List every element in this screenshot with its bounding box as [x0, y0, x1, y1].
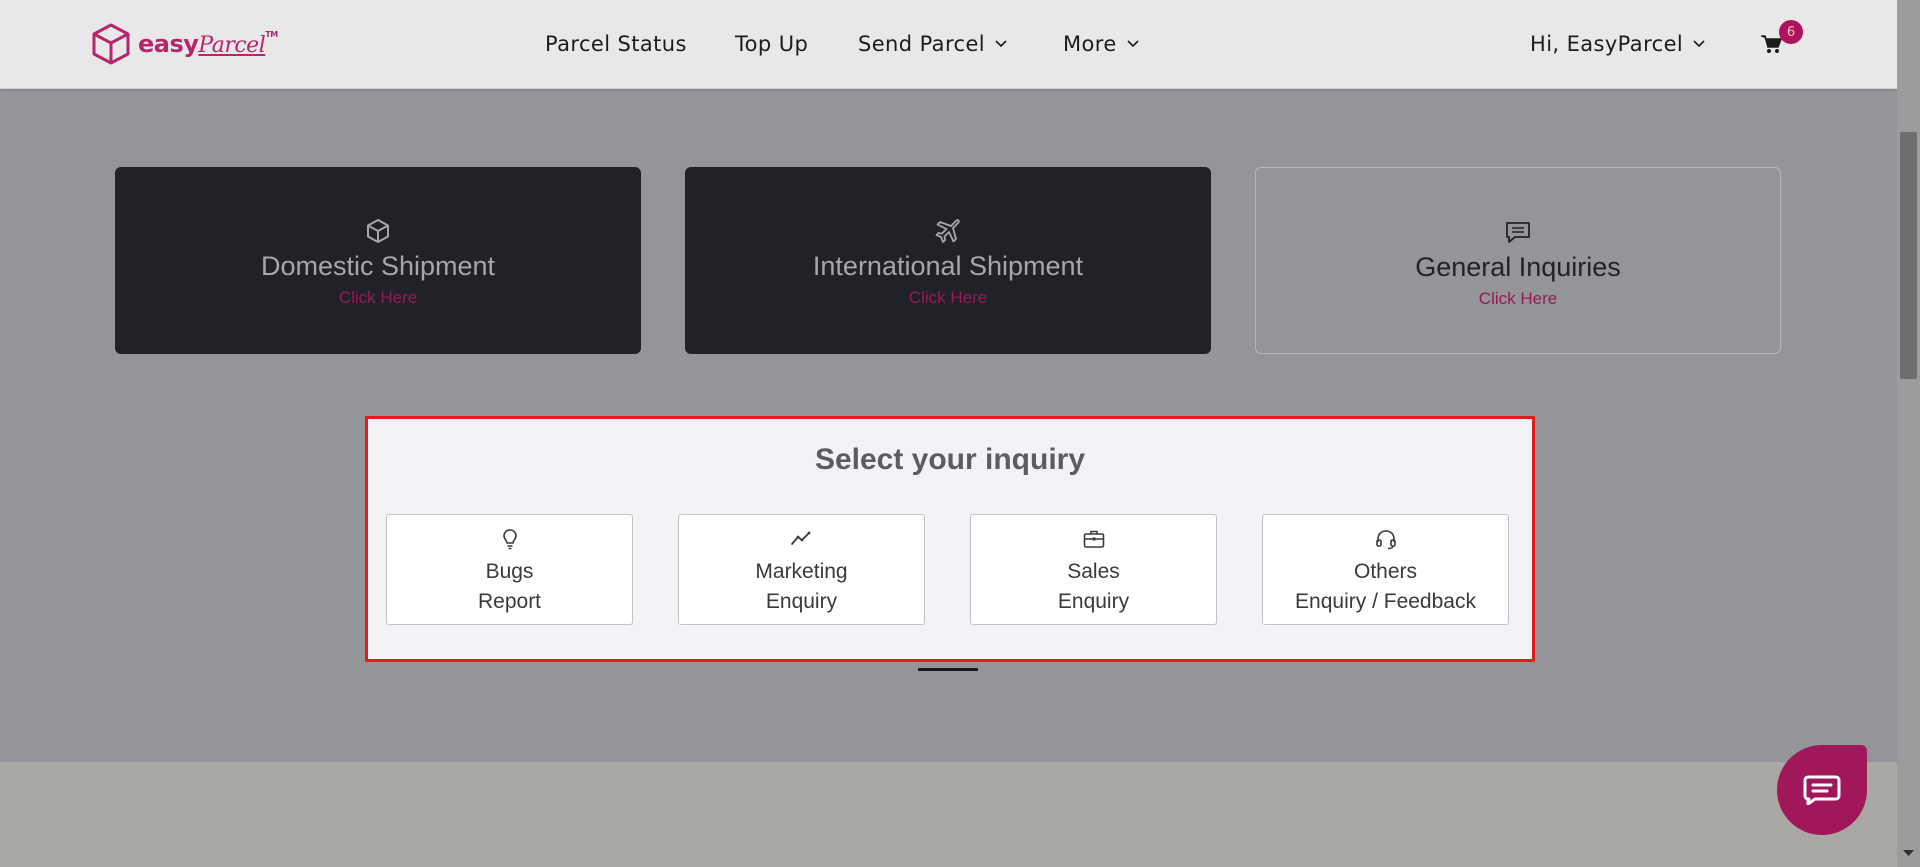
- plane-icon: [935, 219, 960, 243]
- card-title: Domestic Shipment: [260, 251, 496, 281]
- nav-parcel-status-label: Parcel Status: [545, 32, 687, 56]
- logo-text-main: easy: [138, 30, 199, 58]
- lightbulb-icon: [502, 529, 517, 550]
- top-navbar: easyParcelTM Parcel Status Top Up Send P…: [0, 0, 1897, 89]
- trend-icon: [790, 531, 810, 545]
- chat-icon: [1803, 775, 1841, 805]
- user-greeting: Hi, EasyParcel: [1530, 32, 1684, 56]
- nav-top-up-label: Top Up: [735, 32, 809, 56]
- nav-top-up[interactable]: Top Up: [735, 32, 808, 56]
- option-others-enquiry-feedback[interactable]: Others Enquiry / Feedback: [1262, 514, 1509, 625]
- option-label: Sales Enquiry: [971, 557, 1216, 617]
- card-click-here-link[interactable]: Click Here: [1256, 289, 1780, 309]
- chevron-down-icon: [1693, 40, 1705, 48]
- option-label-line1: Marketing: [755, 560, 848, 583]
- option-label-line2: Enquiry / Feedback: [1295, 590, 1476, 613]
- user-menu[interactable]: Hi, EasyParcel: [1530, 32, 1705, 56]
- section-divider: [918, 668, 978, 671]
- logo-text-script: Parcel: [198, 33, 266, 58]
- card-domestic-shipment[interactable]: Domestic Shipment Click Here: [115, 167, 641, 354]
- option-bugs-report[interactable]: Bugs Report: [386, 514, 633, 625]
- card-click-here-link[interactable]: Click Here: [685, 288, 1211, 308]
- option-sales-enquiry[interactable]: Sales Enquiry: [970, 514, 1217, 625]
- logo-tm: TM: [265, 30, 278, 39]
- scroll-down-arrow-icon[interactable]: [1902, 848, 1915, 858]
- page-scrollbar[interactable]: [1897, 0, 1920, 867]
- scrollbar-thumb[interactable]: [1900, 132, 1917, 379]
- logo-box-icon: [92, 23, 130, 65]
- card-click-here-link[interactable]: Click Here: [115, 288, 641, 308]
- option-label: Others Enquiry / Feedback: [1263, 557, 1508, 617]
- card-international-shipment[interactable]: International Shipment Click Here: [685, 167, 1211, 354]
- option-label: Bugs Report: [387, 557, 632, 617]
- footer-band: [0, 762, 1897, 867]
- select-inquiry-panel: Select your inquiry Bugs Report Marketin…: [365, 416, 1535, 662]
- option-label-line1: Bugs: [485, 560, 534, 583]
- option-label-line2: Enquiry: [1057, 590, 1130, 613]
- panel-title: Select your inquiry: [814, 443, 1086, 476]
- card-title: General Inquiries: [1415, 252, 1621, 282]
- option-label: Marketing Enquiry: [679, 557, 924, 617]
- card-general-inquiries[interactable]: General Inquiries Click Here: [1255, 167, 1781, 354]
- option-label-line2: Report: [477, 590, 542, 613]
- logo-text: easyParcelTM: [138, 30, 278, 58]
- nav-more-label: More: [1063, 32, 1117, 56]
- box-icon: [367, 219, 389, 243]
- nav-more[interactable]: More: [1063, 32, 1139, 56]
- chevron-down-icon: [995, 40, 1007, 48]
- option-marketing-enquiry[interactable]: Marketing Enquiry: [678, 514, 925, 625]
- nav-send-parcel[interactable]: Send Parcel: [858, 32, 1007, 56]
- briefcase-icon: [1083, 530, 1104, 548]
- easyparcel-logo[interactable]: easyParcelTM: [90, 22, 278, 66]
- chevron-down-icon: [1127, 40, 1139, 48]
- cart-icon[interactable]: [1760, 34, 1782, 54]
- nav-send-parcel-label: Send Parcel: [858, 32, 986, 56]
- option-label-line1: Sales: [1067, 560, 1120, 583]
- chat-bubble-icon: [1506, 222, 1530, 243]
- nav-parcel-status[interactable]: Parcel Status: [545, 32, 687, 56]
- live-chat-button[interactable]: [1777, 745, 1867, 835]
- cart-count-badge: 6: [1779, 20, 1803, 44]
- card-title: International Shipment: [812, 251, 1084, 281]
- headset-icon: [1375, 530, 1396, 550]
- option-label-line2: Enquiry: [765, 590, 838, 613]
- option-label-line1: Others: [1353, 560, 1418, 583]
